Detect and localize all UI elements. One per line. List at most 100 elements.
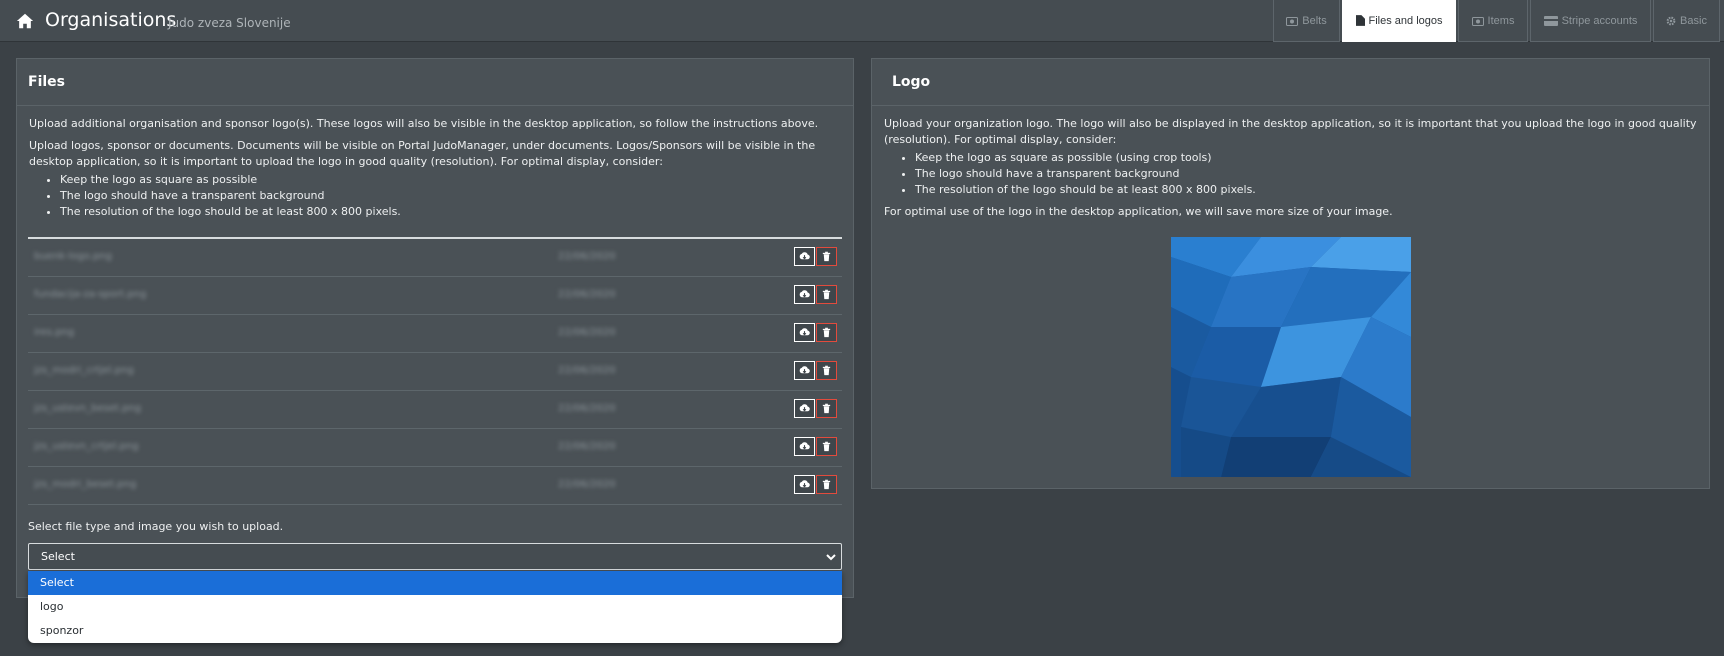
tab-belts[interactable]: Belts — [1273, 0, 1340, 42]
dropdown-option-logo[interactable]: logo — [28, 595, 842, 619]
download-button[interactable] — [794, 475, 815, 494]
dropdown-option-select[interactable]: Select — [28, 571, 842, 595]
table-row: jzs_modri_crtjel.png 22/06/2020 — [28, 353, 842, 391]
trash-icon — [822, 251, 831, 262]
cloud-download-icon — [799, 404, 810, 412]
dropdown-option-sponzor[interactable]: sponzor — [28, 619, 842, 643]
trash-icon — [822, 365, 831, 376]
files-description: Upload logos, sponsor or documents. Docu… — [29, 139, 816, 168]
tab-stripe-accounts[interactable]: Stripe accounts — [1530, 0, 1651, 42]
logo-panel-body: Upload your organization logo. The logo … — [872, 106, 1709, 236]
file-date: 22/06/2020 — [558, 441, 616, 452]
row-actions — [794, 399, 837, 418]
files-panel-title: Files — [17, 59, 853, 106]
cloud-download-icon — [799, 366, 810, 374]
delete-button[interactable] — [816, 399, 837, 418]
upload-label: Select file type and image you wish to u… — [28, 520, 284, 533]
delete-button[interactable] — [816, 437, 837, 456]
cloud-download-icon — [799, 290, 810, 298]
camera-icon — [1286, 16, 1299, 26]
row-actions — [794, 323, 837, 342]
home-icon[interactable] — [16, 12, 34, 30]
files-tips-list: Keep the logo as square as possible The … — [60, 172, 841, 220]
download-button[interactable] — [794, 361, 815, 380]
gear-icon — [1666, 16, 1676, 25]
file-date: 22/06/2020 — [558, 479, 616, 490]
files-panel-body: Upload additional organisation and spons… — [17, 106, 853, 234]
file-name[interactable]: ires.png — [34, 327, 74, 338]
file-name[interactable]: fundacija-za-sport.png — [34, 289, 146, 300]
download-button[interactable] — [794, 437, 815, 456]
row-actions — [794, 361, 837, 380]
delete-button[interactable] — [816, 285, 837, 304]
page-title: Organisations — [45, 9, 177, 31]
file-name[interactable]: jzs_modri_crtjel.png — [34, 365, 134, 376]
download-button[interactable] — [794, 399, 815, 418]
file-date: 22/06/2020 — [558, 403, 616, 414]
tab-label: Basic — [1680, 14, 1707, 27]
top-bar: Organisations Judo zveza Slovenije Belts… — [0, 0, 1724, 42]
file-date: 22/06/2020 — [558, 327, 616, 338]
logo-note: For optimal use of the logo in the deskt… — [884, 205, 1393, 218]
row-actions — [794, 247, 837, 266]
download-button[interactable] — [794, 285, 815, 304]
list-item: Keep the logo as square as possible — [60, 172, 841, 188]
page-subtitle: Judo zveza Slovenije — [168, 16, 291, 30]
delete-button[interactable] — [816, 475, 837, 494]
file-name[interactable]: jzs_modri_beset.png — [34, 479, 136, 490]
table-row: buenk-logo.png 22/06/2020 — [28, 239, 842, 277]
card-icon — [1543, 15, 1558, 26]
file-name[interactable]: jzs_ustevn_crtjel.png — [34, 441, 139, 452]
file-type-select[interactable]: Select — [28, 543, 842, 570]
file-date: 22/06/2020 — [558, 365, 616, 376]
file-date: 22/06/2020 — [558, 251, 616, 262]
table-row: fundacija-za-sport.png 22/06/2020 — [28, 277, 842, 315]
row-actions — [794, 285, 837, 304]
trash-icon — [822, 441, 831, 452]
table-row: jzs_ustevn_beset.png 22/06/2020 — [28, 391, 842, 429]
file-type-dropdown: Select logo sponzor — [28, 571, 842, 643]
trash-icon — [822, 479, 831, 490]
delete-button[interactable] — [816, 323, 837, 342]
tab-label: Items — [1487, 14, 1515, 27]
list-item: The logo should have a transparent backg… — [60, 188, 841, 204]
list-item: Keep the logo as square as possible (usi… — [915, 150, 1697, 166]
organization-logo-image[interactable] — [1171, 237, 1411, 477]
row-actions — [794, 475, 837, 494]
file-date: 22/06/2020 — [558, 289, 616, 300]
trash-icon — [822, 403, 831, 414]
tab-files-and-logos[interactable]: Files and logos — [1342, 0, 1456, 42]
tab-bar: Belts Files and logos Items Stripe accou… — [1271, 0, 1720, 42]
tab-label: Belts — [1302, 14, 1327, 27]
row-actions — [794, 437, 837, 456]
delete-button[interactable] — [816, 361, 837, 380]
delete-button[interactable] — [816, 247, 837, 266]
chevron-down-icon — [826, 554, 836, 561]
cloud-download-icon — [799, 480, 810, 488]
file-name[interactable]: jzs_ustevn_beset.png — [34, 403, 141, 414]
tab-items[interactable]: Items — [1458, 0, 1528, 42]
list-item: The resolution of the logo should be at … — [60, 204, 841, 220]
tab-basic[interactable]: Basic — [1653, 0, 1720, 42]
cloud-download-icon — [799, 252, 810, 260]
list-item: The resolution of the logo should be at … — [915, 182, 1697, 198]
file-name[interactable]: buenk-logo.png — [34, 251, 112, 262]
select-value: Select — [41, 550, 75, 563]
table-row: jzs_ustevn_crtjel.png 22/06/2020 — [28, 429, 842, 467]
list-item: The logo should have a transparent backg… — [915, 166, 1697, 182]
download-button[interactable] — [794, 247, 815, 266]
tab-label: Stripe accounts — [1561, 14, 1638, 27]
download-button[interactable] — [794, 323, 815, 342]
table-row: ires.png 22/06/2020 — [28, 315, 842, 353]
trash-icon — [822, 289, 831, 300]
file-icon — [1355, 15, 1365, 26]
files-intro: Upload additional organisation and spons… — [29, 117, 819, 130]
tab-label: Files and logos — [1368, 14, 1443, 27]
logo-tips-list: Keep the logo as square as possible (usi… — [915, 150, 1697, 198]
table-row: jzs_modri_beset.png 22/06/2020 — [28, 467, 842, 505]
files-table: buenk-logo.png 22/06/2020 fundacija-za-s… — [28, 237, 842, 505]
logo-panel-title: Logo — [872, 59, 1709, 106]
trash-icon — [822, 327, 831, 338]
cloud-download-icon — [799, 328, 810, 336]
camera-icon — [1471, 16, 1484, 26]
